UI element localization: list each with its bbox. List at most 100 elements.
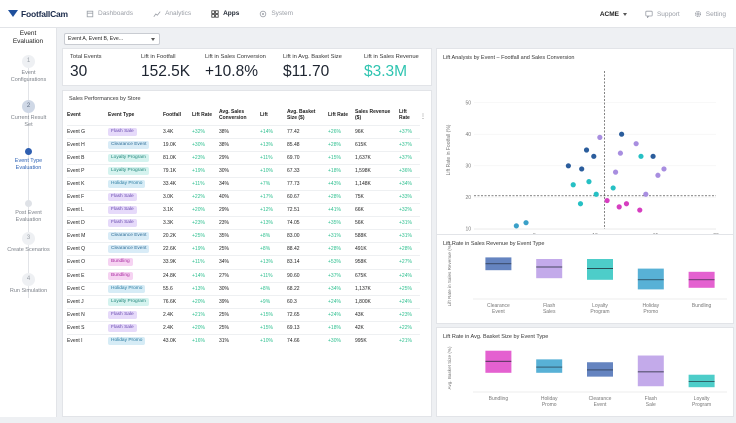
step-item-3[interactable]: Event Type Evaluation bbox=[0, 148, 57, 172]
table-cell: 38% bbox=[219, 137, 260, 152]
step-label: Run Simulation bbox=[9, 288, 48, 294]
table-row[interactable]: Event K Holiday Promo 33.4K +11% 34% +7% 77.73… bbox=[67, 176, 420, 191]
step-label: Event Configurations bbox=[10, 70, 47, 83]
table-row[interactable]: Event M Clearance Event 20.2K +25% 35% +8% 83.… bbox=[67, 229, 420, 243]
event-filter-dropdown[interactable]: Event A, Event B, Eve... bbox=[64, 33, 160, 45]
nav-item-system[interactable]: System bbox=[259, 10, 293, 18]
table-cell: +27% bbox=[399, 255, 420, 270]
column-header[interactable]: Lift Rate bbox=[328, 106, 355, 125]
scatter-point bbox=[579, 166, 585, 172]
table-cell: 35% bbox=[219, 229, 260, 243]
column-header[interactable]: Footfall bbox=[163, 106, 192, 125]
nav-label: Dashboards bbox=[98, 10, 134, 17]
table-cell: 33.4K bbox=[163, 176, 192, 191]
table-row[interactable]: Event I Holiday Promo 43.0K +16% 31% +10% 74.6… bbox=[67, 333, 420, 348]
column-header[interactable]: Lift Rate bbox=[399, 106, 420, 125]
column-header[interactable]: Avg. Sales Conversion bbox=[219, 106, 260, 125]
step-item-2[interactable]: 2 Current Result Set bbox=[0, 100, 57, 129]
support-link[interactable]: Support bbox=[645, 10, 680, 18]
event-type-cell: Flash Sale bbox=[108, 320, 163, 335]
kpi-value: +10.8% bbox=[205, 63, 259, 80]
table-row[interactable]: Event C Holiday Promo 55.6 +13% 30% +8% 68.22 +… bbox=[67, 281, 420, 296]
scatter-point bbox=[638, 153, 644, 159]
chart-title: Lift Rate in Sales Revenue by Event Type bbox=[443, 241, 544, 247]
table-cell: +21% bbox=[399, 333, 420, 348]
column-header[interactable]: Sales Revenue ($) bbox=[355, 106, 399, 125]
table-cell: +11% bbox=[192, 255, 219, 270]
step-item-6[interactable]: 4 Run Simulation bbox=[0, 273, 57, 295]
column-header[interactable]: Event bbox=[67, 106, 108, 125]
step-item-1[interactable]: 1 Event Configurations bbox=[0, 55, 57, 84]
system-icon bbox=[260, 10, 267, 17]
scatter-point bbox=[570, 182, 576, 188]
table-cell: 96K bbox=[355, 124, 399, 139]
kpi-label: Lift in Sales Conversion bbox=[205, 54, 266, 60]
scatter-point bbox=[523, 220, 529, 226]
table-cell: 20.2K bbox=[163, 229, 192, 243]
y-tick-label: 30 bbox=[465, 164, 471, 170]
table-cell: +24% bbox=[328, 294, 355, 309]
table-cell: 83.00 bbox=[287, 229, 328, 243]
table-row[interactable]: Event E Bundling 24.8K +14% 27% +11% 90.60 +37%… bbox=[67, 268, 420, 283]
y-tick-label: 40 bbox=[465, 132, 471, 138]
step-number: 1 bbox=[22, 55, 35, 68]
step-item-5[interactable]: 3 Create Scenarios bbox=[0, 232, 57, 254]
table-row[interactable]: Event J Loyalty Program 76.6K +20% 39% +9% 60.… bbox=[67, 294, 420, 309]
table-cell: +11% bbox=[192, 176, 219, 191]
chevron-down-icon[interactable] bbox=[622, 12, 627, 16]
table-cell: 38% bbox=[219, 124, 260, 139]
table-row[interactable]: Event S Flash Sale 2.4K +20% 25% +15% 69.13 +18… bbox=[67, 320, 420, 335]
table-cell: +20% bbox=[192, 320, 219, 335]
event-type-badge: Holiday Promo bbox=[108, 337, 146, 346]
table-row[interactable]: Event P Loyalty Program 79.1K +19% 30% +10% 67… bbox=[67, 163, 420, 178]
table-cell: +53% bbox=[328, 255, 355, 270]
table-row[interactable]: Event B Loyalty Program 81.0K +23% 29% +11% 69… bbox=[67, 150, 420, 165]
box-mark bbox=[637, 355, 664, 387]
event-type-cell: Holiday Promo bbox=[108, 176, 163, 191]
step-item-4[interactable]: Post Event Evaluation bbox=[0, 200, 57, 224]
table-row[interactable]: Event D Flash Sale 3.3K +23% 23% +13% 74.05 +35… bbox=[67, 216, 420, 230]
table-cell: 675K bbox=[355, 268, 399, 283]
table-cell: +31% bbox=[328, 229, 355, 243]
table-cell: +28% bbox=[328, 137, 355, 152]
table-cell: +26% bbox=[328, 124, 355, 139]
table-cell: Event G bbox=[67, 124, 108, 139]
table-title: Sales Performances by Store bbox=[69, 96, 141, 102]
table-row[interactable]: Event L Flash Sale 3.1K +20% 29% +12% 72.51 +41… bbox=[67, 203, 420, 217]
event-type-cell: Bundling bbox=[108, 268, 163, 283]
event-type-badge: Holiday Promo bbox=[108, 179, 146, 188]
kpi-label: Lift in Footfall bbox=[141, 54, 176, 60]
table-row[interactable]: Event H Clearance Event 19.0K +30% 38% +13% 85… bbox=[67, 137, 420, 152]
table-cell: 72.65 bbox=[287, 307, 328, 322]
nav-item-dashboards[interactable]: Dashboards bbox=[86, 10, 133, 18]
table-cell: +12% bbox=[260, 203, 287, 217]
scatter-point bbox=[597, 134, 603, 140]
column-header[interactable]: Event Type bbox=[108, 106, 163, 125]
table-cell: 1,637K bbox=[355, 150, 399, 165]
account-selector[interactable]: ACME bbox=[600, 11, 619, 18]
more-options-icon[interactable]: ⋮ bbox=[420, 113, 426, 120]
table-row[interactable]: Event N Flash Sale 2.4K +21% 25% +15% 72.65 +24… bbox=[67, 307, 420, 322]
nav-item-analytics[interactable]: Analytics bbox=[153, 10, 191, 18]
table-row[interactable]: Event G Flash Sale 3.4K +32% 38% +14% 77.42 +26… bbox=[67, 124, 420, 139]
nav-label: Apps bbox=[223, 10, 240, 17]
setting-link[interactable]: Setting bbox=[694, 10, 726, 18]
y-axis-label: Avg. Basket Size (%) bbox=[447, 346, 452, 390]
table-cell: +21% bbox=[192, 307, 219, 322]
brand-logo[interactable]: FootfallCam bbox=[8, 9, 86, 19]
table-cell: 34% bbox=[219, 255, 260, 270]
column-header[interactable]: Lift Rate bbox=[192, 106, 219, 125]
nav-item-apps[interactable]: Apps bbox=[211, 9, 240, 18]
table-cell: 491K bbox=[355, 242, 399, 256]
table-row[interactable]: Event F Flash Sale 3.0K +22% 40% +17% 60.67 +28… bbox=[67, 189, 420, 204]
column-header[interactable]: Avg. Basket Size ($) bbox=[287, 106, 328, 125]
kpi-tile: Lift in Sales Revenue $3.3M bbox=[364, 54, 419, 81]
dashboard-icon bbox=[86, 10, 94, 17]
table-cell: +15% bbox=[328, 150, 355, 165]
table-cell: 77.42 bbox=[287, 124, 328, 139]
table-cell: +14% bbox=[260, 124, 287, 139]
column-header[interactable]: Lift bbox=[260, 106, 287, 125]
table-cell: +13% bbox=[192, 281, 219, 296]
table-row[interactable]: Event Q Clearance Event 22.6K +19% 25% +8% 88.… bbox=[67, 242, 420, 256]
table-row[interactable]: Event O Bundling 33.9K +11% 34% +13% 83.14 +53%… bbox=[67, 255, 420, 270]
